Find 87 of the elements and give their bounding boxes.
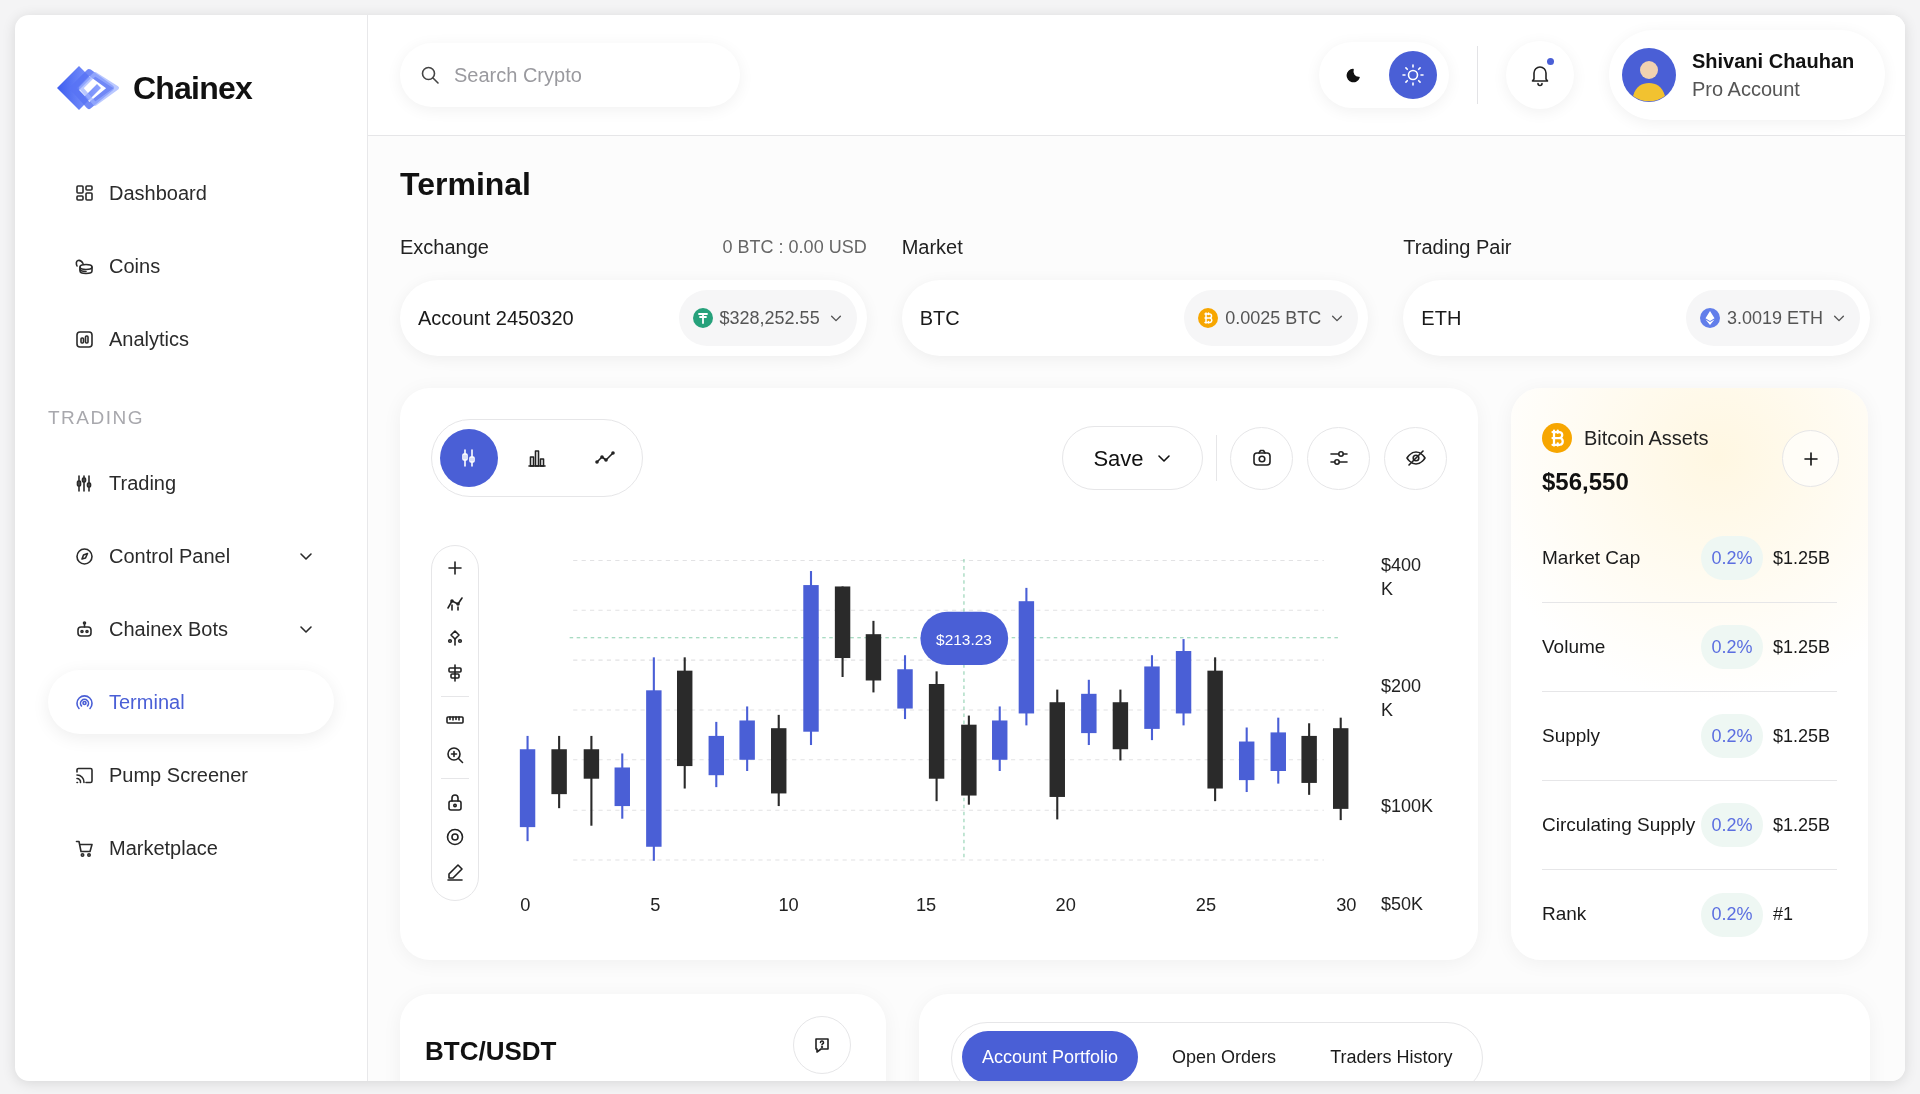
field-label: Trading Pair	[1403, 235, 1512, 260]
tab[interactable]: Account Portfolio	[962, 1031, 1139, 1081]
candle	[1239, 727, 1255, 793]
search-field[interactable]: Search Crypto	[454, 60, 694, 90]
sidebar-item[interactable]: Analytics	[48, 307, 334, 371]
candle	[1081, 679, 1097, 746]
sidebar-item[interactable]: Coins	[48, 234, 334, 298]
eye-icon	[445, 827, 465, 847]
sun-icon	[1401, 63, 1425, 87]
price-tooltip: $213.23	[920, 611, 1009, 666]
brand-name: Chainex	[133, 68, 252, 108]
lock-icon	[445, 792, 465, 812]
y-axis-label: $50K	[1381, 893, 1425, 916]
sidebar-item[interactable]: Marketplace	[48, 816, 334, 880]
x-axis-label: 5	[650, 893, 661, 915]
user-name: Shivani Chauhan	[1692, 49, 1855, 74]
align-icon	[445, 663, 465, 683]
balance-note: 0 BTC : 0.00 USD	[722, 235, 867, 259]
user-role: Pro Account	[1692, 77, 1801, 102]
sidebar-item[interactable]: Dashboard	[48, 161, 334, 225]
bar-chart-icon	[526, 447, 548, 469]
search-icon	[420, 65, 440, 85]
stat-label: Supply	[1542, 723, 1602, 748]
x-axis-label: 25	[1195, 893, 1217, 915]
sidebar-item[interactable]: Control Panel	[48, 524, 334, 588]
y-axis-label: $200 K	[1381, 675, 1423, 722]
stat-label: Rank	[1542, 902, 1588, 927]
y-axis-label: $100K	[1381, 795, 1433, 818]
zoom-in-icon	[445, 745, 465, 765]
candle	[1112, 689, 1129, 761]
pencil-icon	[445, 862, 465, 882]
sidebar-item[interactable]: Trading	[48, 451, 334, 515]
stat-label: Market Cap	[1542, 545, 1642, 570]
x-axis-label: 10	[778, 893, 799, 915]
select-field[interactable]: ETH 3.0019 ETH	[1403, 280, 1870, 356]
user-card[interactable]: Shivani Chauhan Pro Account	[1609, 30, 1885, 120]
candle	[614, 753, 630, 819]
stat-value: #1	[1773, 903, 1795, 926]
tab[interactable]: Traders History	[1310, 1031, 1473, 1081]
section-heading: TRADING	[47, 405, 145, 430]
y-axis-label: $400 K	[1381, 554, 1423, 601]
stat-value: $1.25B	[1773, 635, 1832, 659]
stat-value: $1.25B	[1773, 724, 1832, 748]
change-badge: 0.2%	[1701, 625, 1763, 669]
select-field[interactable]: Account 2450320 $328,252.55	[400, 280, 867, 356]
candle	[1270, 717, 1286, 784]
stat-value: $1.25B	[1773, 813, 1832, 837]
tab[interactable]: Open Orders	[1152, 1031, 1297, 1081]
eye-off-icon	[1404, 447, 1427, 469]
plus-icon	[445, 558, 465, 578]
x-axis-label: 15	[915, 893, 937, 915]
bar-chart-icon	[74, 328, 95, 350]
compass-icon	[74, 545, 95, 567]
change-badge: 0.2%	[1701, 803, 1763, 847]
avatar-icon	[1622, 48, 1676, 102]
candle	[1301, 723, 1317, 795]
sidebar-item[interactable]: Chainex Bots	[48, 597, 334, 661]
change-badge: 0.2%	[1701, 536, 1763, 580]
light-mode-button[interactable]	[1389, 51, 1437, 99]
grid-icon	[74, 182, 95, 204]
camera-icon	[1250, 447, 1273, 469]
help-icon	[812, 1035, 832, 1055]
field-label: Exchange	[400, 235, 489, 260]
asset-value: $56,550	[1542, 467, 1630, 497]
nodes-icon	[445, 628, 465, 648]
candle	[739, 706, 755, 771]
candle	[708, 721, 724, 788]
sidebar-item[interactable]: Terminal	[48, 670, 334, 734]
x-axis-label: 30	[1336, 893, 1357, 915]
field-label: Market	[901, 235, 963, 260]
candle	[992, 706, 1008, 771]
robot-icon	[74, 618, 95, 640]
change-badge: 0.2%	[1701, 892, 1763, 937]
page-title: Terminal	[400, 165, 532, 204]
stat-value: $1.25B	[1773, 546, 1832, 570]
bitcoin-icon	[1542, 423, 1572, 453]
x-axis-label: 0	[520, 893, 531, 915]
stat-label: Volume	[1542, 634, 1607, 659]
change-badge: 0.2%	[1701, 714, 1763, 758]
candle	[897, 655, 913, 720]
card-title: Bitcoin Assets	[1584, 426, 1709, 451]
sidebar-item[interactable]: Pump Screener	[48, 743, 334, 807]
x-axis-label: 20	[1055, 893, 1076, 915]
select-field[interactable]: BTC 0.0025 BTC	[901, 280, 1369, 356]
pair-title: BTC/USDT	[425, 1035, 558, 1068]
stat-label: Circulating Supply	[1542, 812, 1697, 837]
plus-icon	[1801, 449, 1820, 468]
